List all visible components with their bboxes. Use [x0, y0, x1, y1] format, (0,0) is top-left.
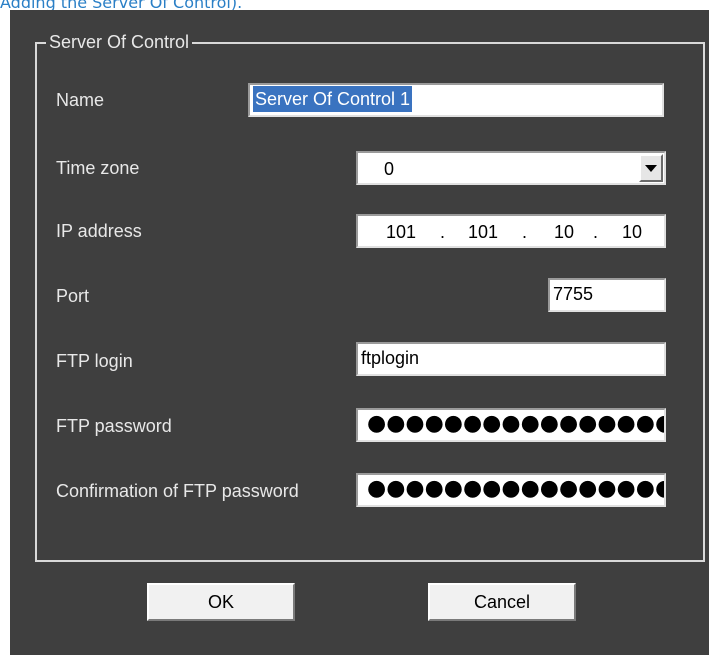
time-zone-dropdown-button[interactable] — [639, 154, 663, 182]
ip-separator-2: . — [522, 222, 528, 242]
ip-separator-1: . — [440, 222, 446, 242]
ftp-password-field[interactable]: ●●●●●●●●●●●●●●●● — [356, 408, 666, 442]
ip-octet-3[interactable]: 10 — [554, 218, 574, 246]
ftp-password-label: FTP password — [56, 416, 172, 436]
port-value: 7755 — [553, 284, 594, 304]
server-of-control-dialog: Server Of Control Name Server Of Control… — [10, 10, 709, 655]
ip-octet-1[interactable]: 101 — [386, 218, 416, 246]
ftp-login-label: FTP login — [56, 351, 133, 371]
ftp-login-value: ftplogin — [361, 348, 420, 368]
ip-address-field[interactable]: 101 . 101 . 10 . 10 — [356, 214, 666, 248]
cancel-button[interactable]: Cancel — [428, 583, 576, 621]
chevron-down-icon — [645, 164, 657, 172]
ftp-password-confirm-dots: ●●●●●●●●●●●●●●●● — [367, 476, 666, 501]
ftp-login-field[interactable]: ftplogin — [356, 342, 666, 376]
port-field[interactable]: 7755 — [548, 278, 666, 312]
name-label: Name — [56, 90, 105, 110]
ftp-password-dots: ●●●●●●●●●●●●●●●● — [367, 411, 666, 436]
name-field[interactable]: Server Of Control 1 — [248, 83, 664, 117]
ftp-password-confirm-field[interactable]: ●●●●●●●●●●●●●●●● — [356, 473, 666, 507]
ip-octet-2[interactable]: 101 — [468, 218, 498, 246]
time-zone-select[interactable]: 0 — [356, 151, 666, 185]
name-value: Server Of Control 1 — [253, 86, 413, 112]
group-title: Server Of Control — [46, 32, 193, 52]
ftp-password-confirm-label: Confirmation of FTP password — [56, 481, 299, 501]
ip-separator-3: . — [593, 222, 599, 242]
ok-button[interactable]: OK — [147, 583, 295, 621]
ip-address-label: IP address — [56, 221, 142, 241]
ip-octet-4[interactable]: 10 — [622, 218, 642, 246]
time-zone-value: 0 — [384, 159, 395, 179]
port-label: Port — [56, 286, 90, 306]
time-zone-label: Time zone — [56, 158, 140, 178]
